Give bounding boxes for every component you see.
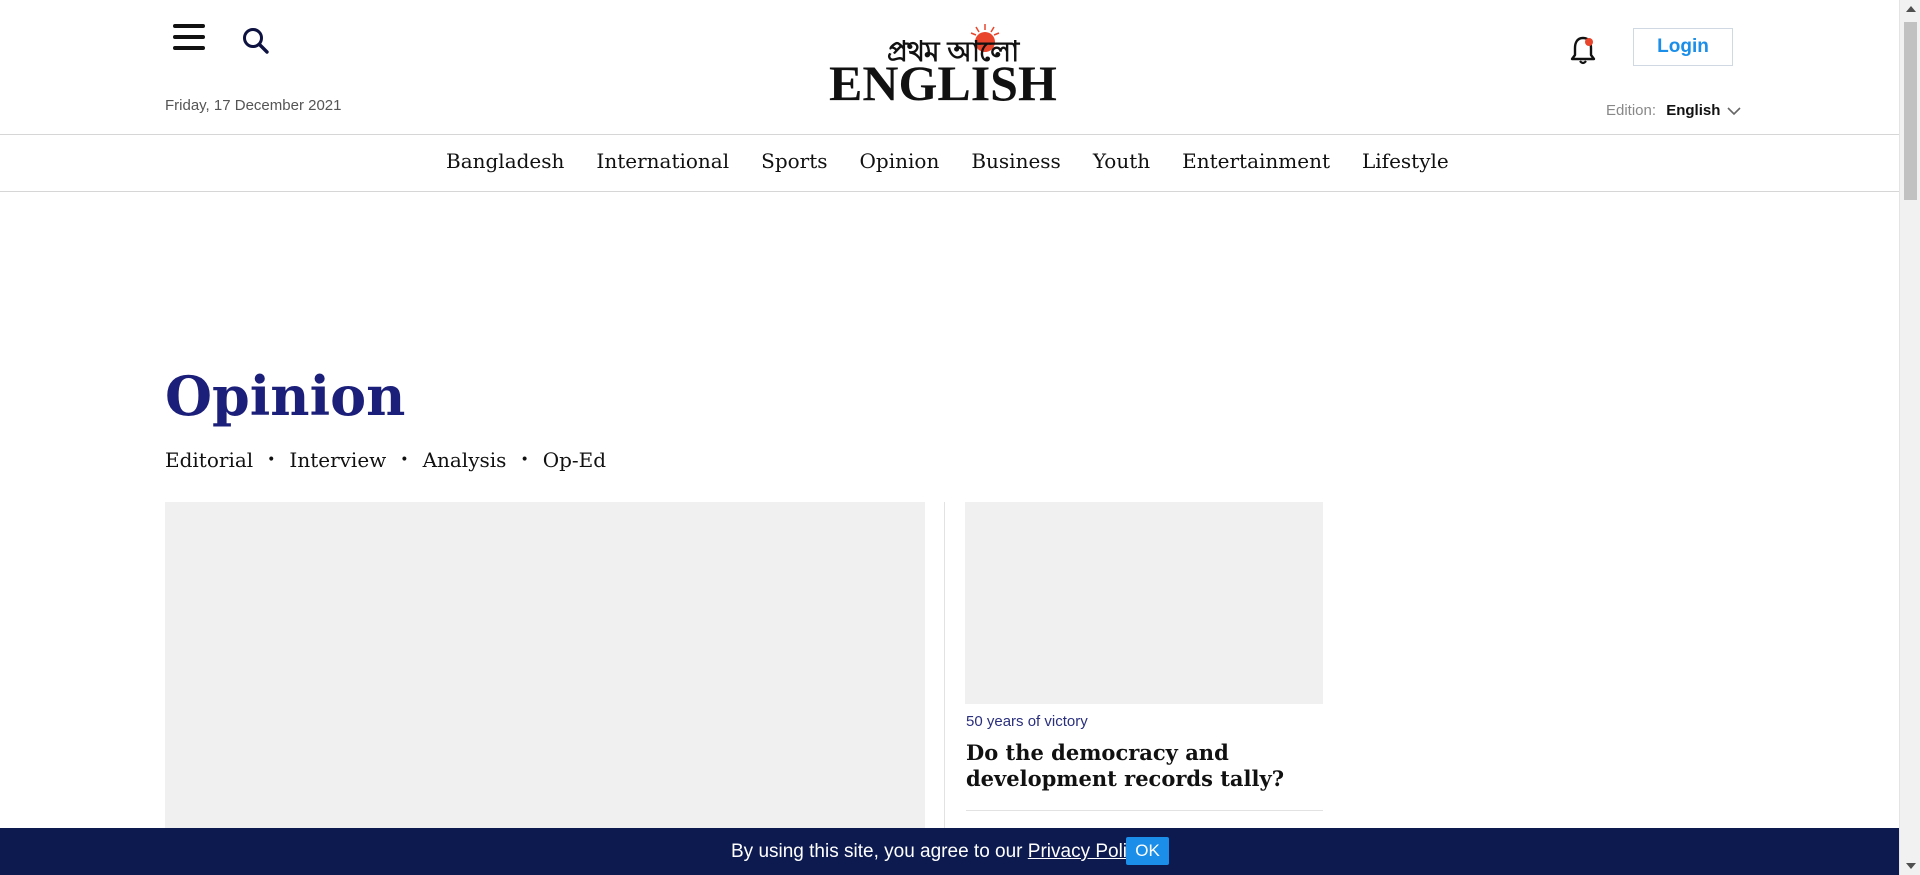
story-card-divider [966,810,1323,811]
login-button[interactable]: Login [1633,28,1733,66]
nav-item-entertainment[interactable]: Entertainment [1182,149,1330,173]
story-card-title[interactable]: Do the democracy and development records… [966,740,1328,792]
nav-item-business[interactable]: Business [971,149,1060,173]
edition-selector[interactable]: Edition: English [1606,102,1741,119]
cookie-consent-bar: By using this site, you agree to our Pri… [0,828,1899,875]
bell-icon[interactable] [1568,34,1598,66]
nav-item-bangladesh[interactable]: Bangladesh [446,149,564,173]
story-card-kicker[interactable]: 50 years of victory [966,713,1088,730]
nav-item-youth[interactable]: Youth [1093,149,1150,173]
subnav-separator: • [267,452,276,468]
subnav-interview[interactable]: Interview [289,448,386,472]
current-date: Friday, 17 December 2021 [165,97,342,114]
site-header: Friday, 17 December 2021 প্রথম আলো ENGLI… [0,0,1899,135]
search-icon[interactable] [241,26,271,56]
edition-value[interactable]: English [1666,102,1720,119]
subnav-separator: • [400,452,409,468]
nav-item-international[interactable]: International [596,149,729,173]
hamburger-menu-icon[interactable] [173,24,205,52]
main-nav: Bangladesh International Sports Opinion … [0,135,1899,192]
subnav-separator: • [520,452,529,468]
scroll-up-arrow-icon[interactable] [1900,0,1920,18]
edition-label: Edition: [1606,102,1657,119]
vertical-scrollbar[interactable] [1899,0,1920,875]
site-logo[interactable]: প্রথম আলো ENGLISH [829,22,1071,111]
cookie-ok-button[interactable]: OK [1126,837,1169,865]
nav-item-opinion[interactable]: Opinion [860,149,940,173]
chevron-down-icon[interactable] [1726,106,1741,116]
scroll-down-arrow-icon[interactable] [1900,857,1920,875]
logo-english: ENGLISH [829,55,1057,111]
nav-item-sports[interactable]: Sports [761,149,827,173]
cookie-message: By using this site, you agree to our Pri… [731,841,1150,863]
column-divider [944,502,945,875]
cookie-text-before: By using this site, you agree to our [731,841,1028,862]
subnav-analysis[interactable]: Analysis [423,448,507,472]
section-subnav: Editorial • Interview • Analysis • Op-Ed [165,448,606,472]
nav-item-lifestyle[interactable]: Lifestyle [1362,149,1449,173]
scrollbar-thumb[interactable] [1904,22,1917,200]
page-title: Opinion [165,364,406,428]
story-card-image-placeholder[interactable] [965,502,1323,704]
subnav-editorial[interactable]: Editorial [165,448,253,472]
subnav-op-ed[interactable]: Op-Ed [543,448,606,472]
lead-story-image-placeholder[interactable] [165,502,925,875]
